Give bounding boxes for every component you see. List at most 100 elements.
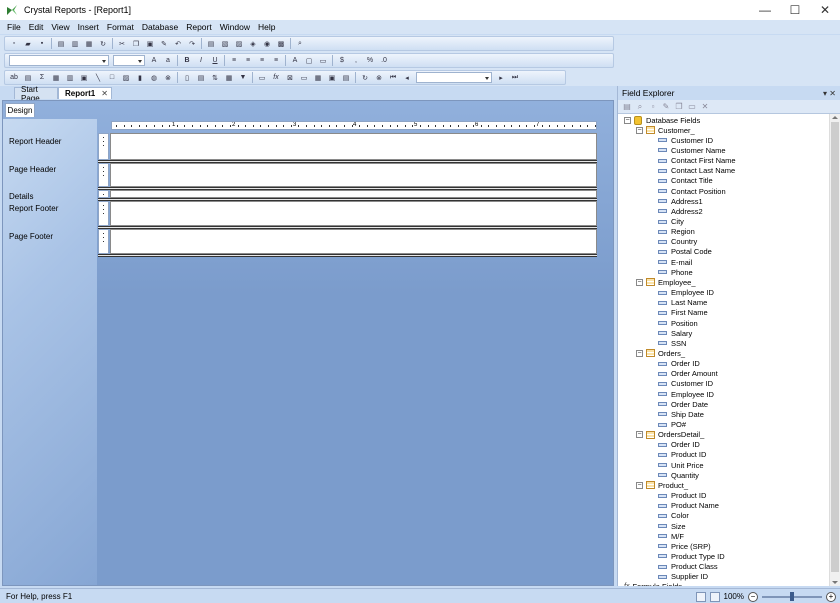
delete-icon[interactable]: ✕ bbox=[700, 102, 710, 112]
open-icon[interactable]: ▰ bbox=[23, 38, 34, 49]
section-expert-icon[interactable]: ▦ bbox=[313, 72, 324, 83]
field-icon[interactable]: ▭ bbox=[257, 72, 268, 83]
formula-workshop-icon[interactable]: ◈ bbox=[248, 38, 259, 49]
decimal-icon[interactable]: .0 bbox=[379, 55, 390, 66]
report-header-section[interactable] bbox=[110, 133, 597, 160]
browse-icon[interactable]: ⌕ bbox=[635, 102, 645, 112]
field-tree-item[interactable]: Color bbox=[658, 511, 689, 521]
field-tree-item[interactable]: Region bbox=[658, 227, 695, 237]
collapse-icon[interactable]: − bbox=[636, 481, 643, 489]
insert-flash-icon[interactable]: ⊗ bbox=[163, 72, 174, 83]
insert-to-report-icon[interactable]: ▤ bbox=[622, 102, 632, 112]
export-icon[interactable]: ▦ bbox=[84, 38, 95, 49]
table-tree-item[interactable]: − Customer_ bbox=[636, 125, 695, 135]
tab-report1[interactable]: Report1 ✕ bbox=[58, 87, 112, 99]
section-label-report-header[interactable]: Report Header bbox=[9, 137, 61, 146]
menu-report[interactable]: Report bbox=[182, 22, 216, 32]
redo-icon[interactable]: ↷ bbox=[187, 38, 198, 49]
increase-font-icon[interactable]: A bbox=[149, 55, 160, 66]
print-icon[interactable]: ▤ bbox=[56, 38, 67, 49]
field-tree-item[interactable]: Address2 bbox=[658, 206, 703, 216]
record-sort-icon[interactable]: ▦ bbox=[224, 72, 235, 83]
close-tab-icon[interactable]: ✕ bbox=[101, 89, 108, 98]
find-icon[interactable]: ⌕ bbox=[295, 38, 306, 49]
field-tree-item[interactable]: City bbox=[658, 217, 684, 227]
align-right-icon[interactable]: ≡ bbox=[257, 55, 268, 66]
field-tree-item[interactable]: M/F bbox=[658, 531, 684, 541]
field-tree-item[interactable]: Product ID bbox=[658, 450, 706, 460]
field-tree-item[interactable]: Size bbox=[658, 521, 686, 531]
field-tree-item[interactable]: SSN bbox=[658, 338, 686, 348]
refresh-icon[interactable]: ↻ bbox=[98, 38, 109, 49]
field-tree-item[interactable]: Quantity bbox=[658, 470, 699, 480]
field-tree-item[interactable]: Address1 bbox=[658, 196, 703, 206]
table-tree-item[interactable]: − Orders_ bbox=[636, 348, 685, 358]
insert-text-object-icon[interactable]: ab bbox=[9, 72, 20, 83]
refresh-data-icon[interactable]: ↻ bbox=[360, 72, 371, 83]
report-footer-section[interactable] bbox=[110, 201, 597, 226]
table-tree-item[interactable]: − Product_ bbox=[636, 480, 688, 490]
zoom-out-icon[interactable]: − bbox=[748, 591, 758, 602]
menu-edit[interactable]: Edit bbox=[25, 22, 48, 32]
field-tree-item[interactable]: Order ID bbox=[658, 359, 700, 369]
maximize-button[interactable]: ☐ bbox=[780, 0, 810, 20]
sort-icon[interactable]: ⇅ bbox=[210, 72, 221, 83]
rename-icon[interactable]: ▭ bbox=[687, 102, 697, 112]
justify-icon[interactable]: ≡ bbox=[271, 55, 282, 66]
field-tree-item[interactable]: Product Type ID bbox=[658, 551, 725, 561]
running-total-icon[interactable]: ▭ bbox=[299, 72, 310, 83]
new-icon[interactable]: ▫ bbox=[648, 102, 658, 112]
edit-icon[interactable]: ✎ bbox=[661, 102, 671, 112]
field-tree-item[interactable]: Order Date bbox=[658, 399, 708, 409]
field-tree-item[interactable]: Contact Position bbox=[658, 186, 726, 196]
field-tree-item[interactable]: Postal Code bbox=[658, 247, 712, 257]
select-expert-icon[interactable]: ▨ bbox=[234, 38, 245, 49]
menu-format[interactable]: Format bbox=[103, 22, 138, 32]
field-tree-item[interactable]: Product ID bbox=[658, 491, 706, 501]
insert-crosstab-icon[interactable]: ▦ bbox=[51, 72, 62, 83]
collapse-icon[interactable]: − bbox=[636, 126, 643, 134]
group-expert-icon[interactable]: ▤ bbox=[206, 38, 217, 49]
field-tree-item[interactable]: Order ID bbox=[658, 440, 700, 450]
collapse-icon[interactable]: − bbox=[636, 349, 643, 357]
insert-summary-icon[interactable]: Σ bbox=[37, 72, 48, 83]
database-expert-icon[interactable]: ◉ bbox=[262, 38, 273, 49]
field-tree-item[interactable]: Order Amount bbox=[658, 369, 718, 379]
align-center-icon[interactable]: ≡ bbox=[243, 55, 254, 66]
print-preview-icon[interactable]: ▥ bbox=[70, 38, 81, 49]
field-tree-item[interactable]: Contact First Name bbox=[658, 156, 736, 166]
section-label-report-footer[interactable]: Report Footer bbox=[9, 204, 58, 213]
insert-chart-icon[interactable]: ▮ bbox=[135, 72, 146, 83]
last-page-icon[interactable]: ⏭ bbox=[510, 72, 521, 83]
menu-database[interactable]: Database bbox=[138, 22, 182, 32]
table-tree-item[interactable]: − OrdersDetail_ bbox=[636, 430, 704, 440]
design-tab[interactable]: Design bbox=[5, 103, 35, 117]
field-tree-item[interactable]: Customer ID bbox=[658, 379, 713, 389]
paste-icon[interactable]: ▣ bbox=[145, 38, 156, 49]
collapse-icon[interactable]: − bbox=[624, 116, 631, 124]
percent-icon[interactable]: % bbox=[365, 55, 376, 66]
panel-pin-close[interactable]: ▾ ✕ bbox=[823, 89, 836, 98]
underline-icon[interactable]: U bbox=[210, 55, 221, 66]
comma-icon[interactable]: , bbox=[351, 55, 362, 66]
database-icon[interactable]: ▯ bbox=[182, 72, 193, 83]
font-color-icon[interactable]: A bbox=[290, 55, 301, 66]
insert-box-icon[interactable]: □ bbox=[107, 72, 118, 83]
sort-expert-icon[interactable]: ▧ bbox=[220, 38, 231, 49]
page-header-section[interactable] bbox=[110, 163, 597, 187]
zoom-slider-thumb[interactable] bbox=[790, 591, 794, 601]
field-tree-item[interactable]: Employee ID bbox=[658, 288, 714, 298]
undo-icon[interactable]: ↶ bbox=[173, 38, 184, 49]
bold-icon[interactable]: B bbox=[182, 55, 193, 66]
field-tree-item[interactable]: Contact Last Name bbox=[658, 166, 735, 176]
tree-root-item[interactable]: − Database Fields bbox=[624, 115, 700, 125]
field-tree-item[interactable]: Supplier ID bbox=[658, 572, 708, 582]
section-label-page-header[interactable]: Page Header bbox=[9, 165, 56, 174]
font-size-select[interactable] bbox=[113, 55, 145, 66]
field-tree-item[interactable]: Salary bbox=[658, 328, 692, 338]
field-tree-item[interactable]: E-mail bbox=[658, 257, 692, 267]
field-tree-item[interactable]: Ship Date bbox=[658, 409, 704, 419]
group-sort-icon[interactable]: ▤ bbox=[196, 72, 207, 83]
suppress-icon[interactable]: ▭ bbox=[318, 55, 329, 66]
menu-window[interactable]: Window bbox=[216, 22, 254, 32]
